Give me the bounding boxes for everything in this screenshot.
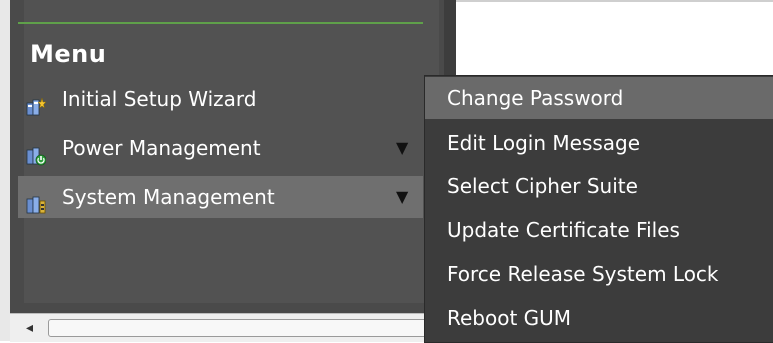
dropdown-item-reboot-gum[interactable]: Reboot GUM (425, 297, 773, 339)
chevron-down-icon[interactable]: ▼ (396, 127, 408, 169)
system-management-dropdown: Change Password Edit Login Message Selec… (424, 75, 773, 343)
system-management-icon (26, 187, 46, 214)
dropdown-item-force-release-system-lock[interactable]: Force Release System Lock (425, 253, 773, 295)
power-management-icon (26, 138, 47, 166)
dropdown-item-change-password[interactable]: Change Password (425, 77, 773, 119)
setup-wizard-icon (26, 89, 47, 116)
menu-accent-line (18, 22, 423, 24)
dropdown-item-edit-login-message[interactable]: Edit Login Message (425, 122, 773, 164)
left-frame (0, 0, 10, 341)
dropdown-item-update-certificate-files[interactable]: Update Certificate Files (425, 209, 773, 251)
content-area-border (456, 0, 773, 2)
menu-item-label: Power Management (62, 136, 261, 160)
menu-item-label: Initial Setup Wizard (62, 87, 257, 111)
menu-item-initial-setup-wizard[interactable]: Initial Setup Wizard (18, 78, 423, 120)
chevron-down-icon[interactable]: ▼ (396, 176, 408, 218)
menu-item-label: System Management (62, 185, 275, 209)
menu-title: Menu (30, 40, 107, 68)
menu-item-power-management[interactable]: Power Management ▼ (18, 127, 423, 169)
horizontal-scrollbar[interactable]: ◂ (10, 313, 444, 342)
menu-item-system-management[interactable]: System Management ▼ (18, 176, 423, 218)
dropdown-item-select-cipher-suite[interactable]: Select Cipher Suite (425, 165, 773, 207)
scrollbar-thumb[interactable] (48, 319, 430, 337)
scroll-left-icon[interactable]: ◂ (26, 320, 38, 336)
